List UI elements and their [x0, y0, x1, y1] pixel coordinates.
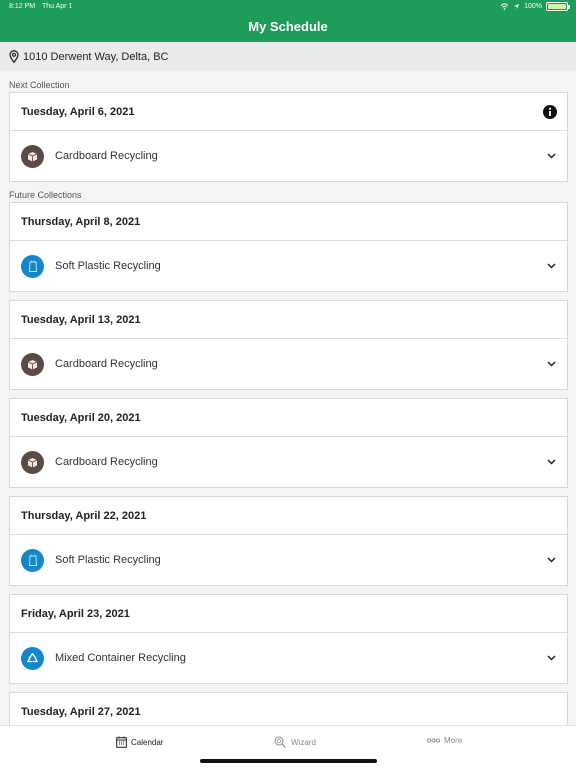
status-indicators: 100%: [500, 2, 570, 11]
chevron-down-icon[interactable]: [547, 361, 556, 367]
collection-type: Cardboard Recycling: [55, 456, 158, 468]
status-date: Thu Apr 1: [42, 3, 73, 10]
tab-more[interactable]: More: [427, 736, 462, 745]
tab-wizard-label: Wizard: [291, 737, 316, 747]
home-indicator: [200, 759, 377, 763]
collection-date: Tuesday, April 13, 2021: [21, 313, 141, 326]
collection-date: Thursday, April 8, 2021: [21, 215, 141, 228]
location-pin-icon: [9, 50, 19, 63]
chevron-down-icon[interactable]: [547, 459, 556, 465]
collection-type: Cardboard Recycling: [55, 358, 158, 370]
collection-date: Tuesday, April 20, 2021: [21, 411, 141, 424]
chevron-down-icon[interactable]: [547, 557, 556, 563]
tab-calendar[interactable]: Calendar: [116, 736, 163, 748]
page-title: My Schedule: [248, 19, 328, 34]
battery-percent: 100%: [524, 3, 542, 10]
cardboard-icon: [21, 352, 44, 376]
collection-type: Mixed Container Recycling: [55, 652, 186, 664]
tab-more-label: More: [444, 736, 463, 745]
collection-item[interactable]: Mixed Container Recycling: [10, 633, 567, 683]
cardboard-icon: [21, 450, 44, 474]
collection-date-row: Tuesday, April 13, 2021: [10, 301, 567, 339]
magnifier-icon: [274, 736, 286, 748]
chevron-down-icon[interactable]: [547, 153, 556, 159]
calendar-icon: [116, 736, 127, 748]
future-collection-card: Thursday, April 8, 2021 Soft Plastic Rec…: [9, 202, 568, 292]
future-collections-label: Future Collections: [9, 190, 82, 200]
soft-plastic-icon: [21, 548, 44, 572]
location-arrow-icon: [513, 3, 520, 10]
status-time: 8:12 PM: [9, 3, 36, 10]
app-header: 8:12 PM Thu Apr 1 100% My Schedule: [0, 0, 576, 42]
collection-date: Friday, April 23, 2021: [21, 607, 130, 620]
collection-type: Soft Plastic Recycling: [55, 260, 161, 272]
soft-plastic-icon: [21, 254, 44, 278]
address-bar[interactable]: 1010 Derwent Way, Delta, BC: [0, 42, 576, 71]
collection-date-row: Thursday, April 8, 2021: [10, 203, 567, 241]
collection-date: Tuesday, April 27, 2021: [21, 705, 141, 718]
collection-item[interactable]: Cardboard Recycling: [10, 437, 567, 487]
tab-calendar-label: Calendar: [131, 737, 164, 747]
collection-item[interactable]: Soft Plastic Recycling: [10, 535, 567, 585]
collection-type: Cardboard Recycling: [55, 150, 158, 162]
collection-item[interactable]: Cardboard Recycling: [10, 339, 567, 389]
future-collection-card: Tuesday, April 20, 2021 Cardboard Recycl…: [9, 398, 568, 488]
address-text: 1010 Derwent Way, Delta, BC: [23, 50, 169, 63]
tab-wizard[interactable]: Wizard: [274, 736, 316, 748]
future-collection-card: Friday, April 23, 2021 Mixed Container R…: [9, 594, 568, 684]
status-bar: 8:12 PM Thu Apr 1 100%: [0, 0, 576, 14]
chevron-down-icon[interactable]: [547, 655, 556, 661]
chevron-down-icon[interactable]: [547, 263, 556, 269]
wifi-icon: [500, 3, 509, 10]
collection-date-row: Tuesday, April 20, 2021: [10, 399, 567, 437]
recycle-icon: [21, 646, 44, 670]
collection-item[interactable]: Soft Plastic Recycling: [10, 241, 567, 291]
next-collection-label: Next Collection: [9, 80, 70, 90]
info-icon[interactable]: [543, 104, 557, 119]
next-collection-card: Tuesday, April 6, 2021 Cardboard Recycli…: [9, 92, 568, 182]
future-collection-card: Tuesday, April 13, 2021 Cardboard Recycl…: [9, 300, 568, 390]
collection-type: Soft Plastic Recycling: [55, 554, 161, 566]
collection-date: Thursday, April 22, 2021: [21, 509, 147, 522]
collection-date-row: Tuesday, April 6, 2021: [10, 93, 567, 131]
collection-date-row: Thursday, April 22, 2021: [10, 497, 567, 535]
cardboard-icon: [21, 144, 44, 168]
more-icon: [427, 738, 440, 743]
collection-date: Tuesday, April 6, 2021: [21, 105, 135, 118]
collection-item[interactable]: Cardboard Recycling: [10, 131, 567, 181]
future-collection-card: Thursday, April 22, 2021 Soft Plastic Re…: [9, 496, 568, 586]
collection-date-row: Friday, April 23, 2021: [10, 595, 567, 633]
battery-icon: [546, 2, 570, 11]
